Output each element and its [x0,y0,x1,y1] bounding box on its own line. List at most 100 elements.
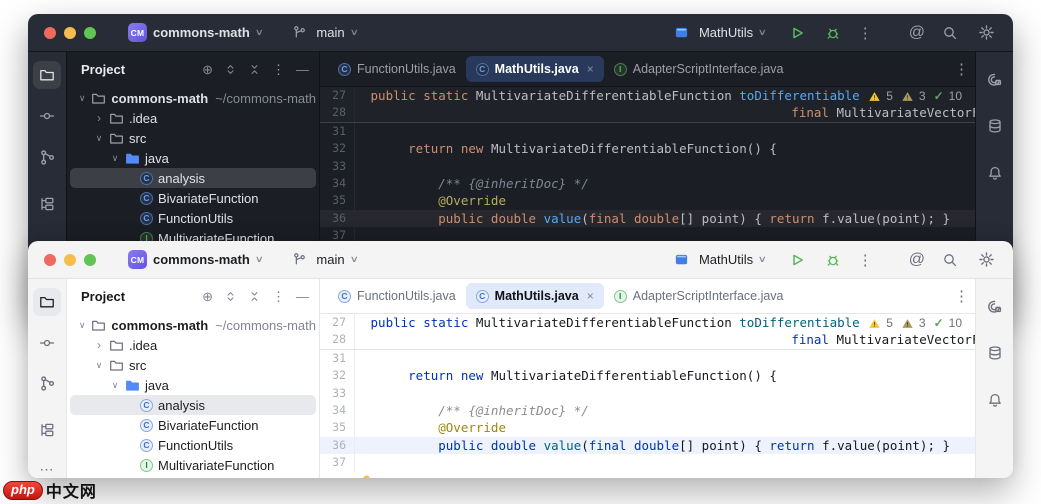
minimize-window-button[interactable] [64,26,76,39]
chevron-down-icon[interactable]: ∨ [78,93,86,104]
zoom-window-button[interactable] [84,253,96,266]
notifications-bell-icon[interactable] [981,386,1009,414]
git-tool-button[interactable] [33,143,61,171]
warning-count: 5 [886,316,893,330]
chevron-down-icon[interactable]: ∨ [78,320,86,331]
tree-row-java[interactable]: ∨ java [70,148,316,168]
folder-icon [91,91,106,106]
git-tool-button[interactable] [33,370,61,398]
code-line-28: 28 final MultivariateVectorFu [320,331,975,349]
expand-all-icon[interactable] [224,290,237,303]
inspection-widget[interactable]: 5 3 ✓ 10 [862,88,965,106]
collapse-all-icon[interactable] [248,63,261,76]
chevron-down-icon[interactable]: ∨ [94,360,104,371]
tree-row-root[interactable]: ∨ commons-math ~/commons-math [70,315,316,335]
tree-row-root[interactable]: ∨ commons-math ~/commons-math [70,88,316,108]
debug-button[interactable] [822,22,844,44]
traffic-lights [44,26,96,39]
gradle-icon[interactable] [981,292,1009,320]
tab-adapterscriptinterface[interactable]: I AdapterScriptInterface.java [604,56,794,82]
run-configuration-widget[interactable]: MathUtils ∨ [665,246,772,274]
tab-options-icon[interactable]: ⋮ [954,60,969,78]
more-actions-icon[interactable]: ⋮ [858,24,873,42]
tree-row-src[interactable]: ∨ src [70,355,316,375]
more-tools-icon[interactable]: ⋯ [40,461,55,478]
editor-tabs: C FunctionUtils.java C MathUtils.java × … [320,52,975,87]
tree-row-bivariatefunction[interactable]: C BivariateFunction [70,188,316,208]
code-with-me-icon[interactable]: @ [909,24,925,42]
search-everywhere-icon[interactable] [939,22,961,44]
tree-row-src[interactable]: ∨ src [70,128,316,148]
locate-file-icon[interactable]: ⊕ [202,63,213,76]
zoom-window-button[interactable] [84,26,96,39]
project-tool-button[interactable] [33,61,61,89]
panel-options-icon[interactable]: ⋮ [272,63,285,76]
more-actions-icon[interactable]: ⋮ [858,251,873,269]
tab-mathutils[interactable]: C MathUtils.java × [465,56,604,82]
git-branch-icon [288,22,310,44]
run-button[interactable] [786,22,808,44]
project-widget[interactable]: CM commons-math ∨ [122,247,268,272]
chevron-down-icon[interactable]: ∨ [110,153,120,164]
notifications-bell-icon[interactable] [981,159,1009,187]
structure-tool-button[interactable] [33,416,61,444]
code-line-34: 34 /** {@inheritDoc} */ [320,401,975,420]
tab-options-icon[interactable]: ⋮ [954,287,969,305]
hide-panel-icon[interactable]: — [296,290,309,303]
database-icon[interactable] [981,339,1009,367]
gradle-icon[interactable] [981,65,1009,93]
locate-file-icon[interactable]: ⊕ [202,290,213,303]
tree-row-bivariatefunction[interactable]: C BivariateFunction [70,415,316,435]
tab-functionutils[interactable]: C FunctionUtils.java [328,56,466,82]
run-button[interactable] [786,249,808,271]
close-tab-icon[interactable]: × [587,62,594,76]
commit-tool-button[interactable] [33,329,61,357]
minimize-window-button[interactable] [64,253,76,266]
tree-row-multivariatefunction[interactable]: I MultivariateFunction [70,455,316,475]
tree-row-functionutils[interactable]: C FunctionUtils [70,208,316,228]
tree-row-functionutils[interactable]: C FunctionUtils [70,435,316,455]
editor[interactable]: 27 public static MultivariateDifferentia… [320,314,975,478]
run-configuration-widget[interactable]: MathUtils ∨ [665,19,772,47]
search-everywhere-icon[interactable] [939,249,961,271]
panel-title: Project [81,61,126,77]
weak-warning-icon [902,92,913,102]
vcs-branch-widget[interactable]: main ∨ [282,246,363,274]
project-widget[interactable]: CM commons-math ∨ [122,20,268,45]
hide-panel-icon[interactable]: — [296,63,309,76]
settings-gear-icon[interactable] [975,249,997,271]
close-window-button[interactable] [44,253,56,266]
vcs-branch-widget[interactable]: main ∨ [282,19,363,47]
project-tool-button[interactable] [33,288,61,316]
database-icon[interactable] [981,112,1009,140]
tree-row-idea[interactable]: › .idea [70,108,316,128]
tree-row-analysis[interactable]: C analysis [70,395,316,415]
right-tool-strip [975,279,1013,478]
tab-label: AdapterScriptInterface.java [632,62,784,76]
tab-mathutils[interactable]: C MathUtils.java × [465,283,604,309]
expand-all-icon[interactable] [224,63,237,76]
chevron-right-icon[interactable]: › [94,338,104,352]
tab-adapterscriptinterface[interactable]: I AdapterScriptInterface.java [604,283,794,309]
settings-gear-icon[interactable] [975,22,997,44]
close-window-button[interactable] [44,26,56,39]
tree-label: BivariateFunction [158,417,259,433]
tree-row-idea[interactable]: › .idea [70,335,316,355]
tree-path: ~/commons-math [215,317,316,333]
chevron-right-icon[interactable]: › [94,111,104,125]
commit-tool-button[interactable] [33,102,61,130]
inspection-widget[interactable]: 5 3 ✓ 10 [862,315,965,333]
close-tab-icon[interactable]: × [587,289,594,303]
tab-functionutils[interactable]: C FunctionUtils.java [328,283,466,309]
code-line-27: 27 public static MultivariateDifferentia… [320,314,975,333]
tree-row-analysis[interactable]: C analysis [70,168,316,188]
tree-row-java[interactable]: ∨ java [70,375,316,395]
chevron-down-icon[interactable]: ∨ [110,380,120,391]
collapse-all-icon[interactable] [248,290,261,303]
debug-button[interactable] [822,249,844,271]
panel-options-icon[interactable]: ⋮ [272,290,285,303]
code-with-me-icon[interactable]: @ [909,251,925,269]
structure-tool-button[interactable] [33,190,61,218]
chevron-down-icon[interactable]: ∨ [94,133,104,144]
tree-label: commons-math [111,90,209,106]
